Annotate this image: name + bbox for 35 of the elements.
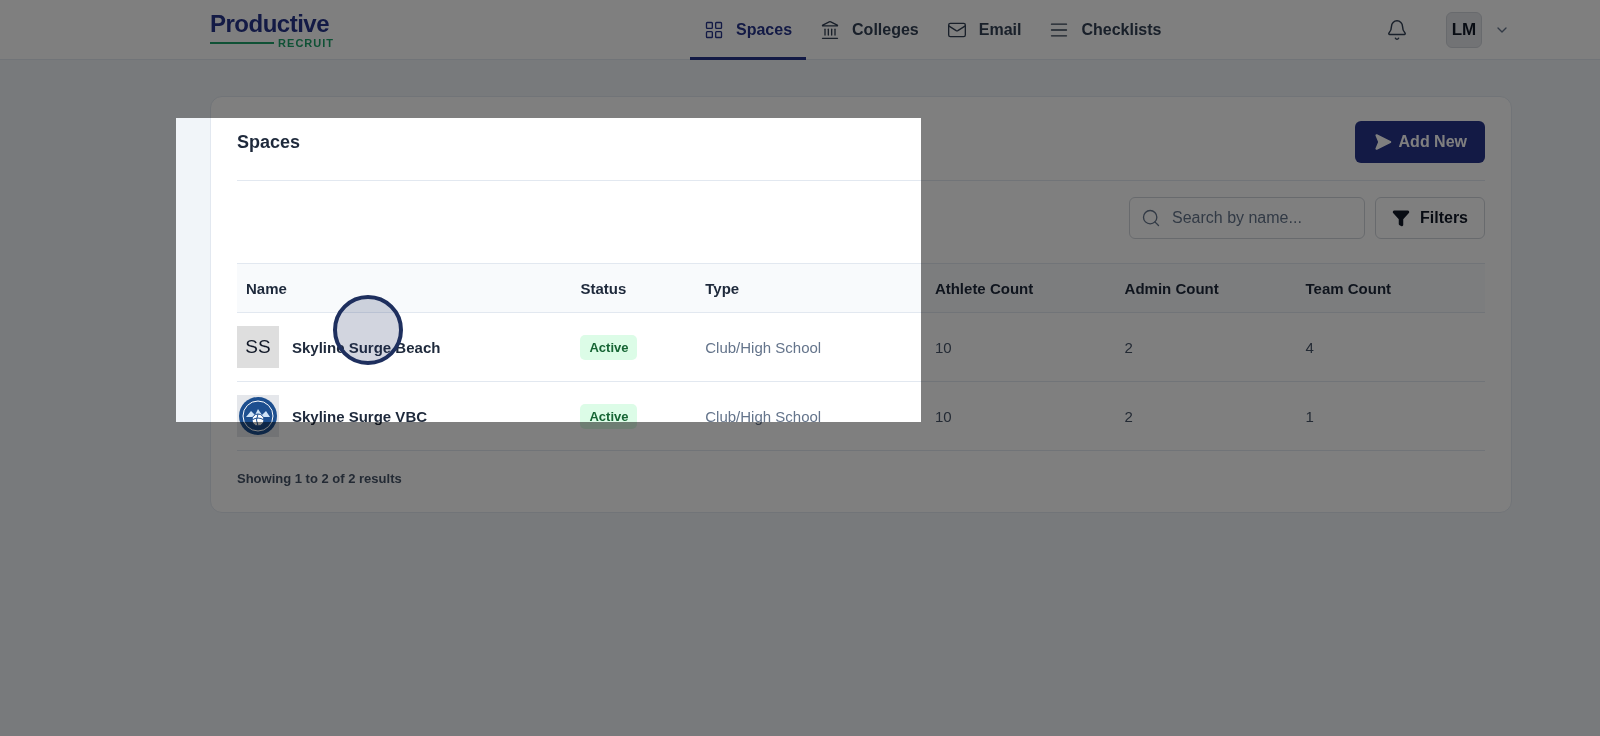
status-badge: Active [580,403,638,429]
page-title: Spaces [237,131,301,153]
grid-icon [704,19,724,40]
nav-tab[interactable]: Colleges [806,0,933,60]
column-header: Name [237,263,572,313]
search-field[interactable]: Search by name... [1129,197,1365,239]
table-cell: Club/High School [705,407,822,425]
table-cell: 10 [934,338,952,356]
space-name[interactable]: Skyline Surge VBC [292,407,428,425]
table-cell: 2 [1124,407,1133,425]
column-header: Type [696,263,926,313]
table-cell: Club/High School [705,338,822,356]
table-cell: 1 [1305,407,1314,425]
search-icon [1141,208,1161,228]
status-badge: Active [580,334,638,360]
nav-tab[interactable]: Checklists [1035,0,1176,60]
team-logo-icon [237,395,279,437]
column-header: Admin Count [1115,263,1297,313]
user-avatar[interactable]: LM [1446,11,1482,48]
nav-tab[interactable]: Email [932,0,1036,60]
initials-avatar: SS [237,326,279,368]
logo-wordmark: Productive [210,10,331,37]
table-cell: 4 [1305,338,1314,356]
building-icon [820,19,841,40]
column-header: Team Count [1296,263,1485,313]
logo-tagline: RECRUIT [210,36,334,49]
table-cell: 2 [1124,338,1133,356]
results-summary: Showing 1 to 2 of 2 results [237,471,403,486]
column-header: Athlete Count [925,263,1116,313]
filters-button[interactable]: Filters [1375,197,1485,239]
column-header: Status [571,263,697,313]
table-cell: 10 [934,407,952,425]
nav-tab[interactable]: Spaces [690,0,807,60]
add-new-button[interactable]: Add New [1354,121,1485,163]
funnel-icon [1392,209,1410,227]
